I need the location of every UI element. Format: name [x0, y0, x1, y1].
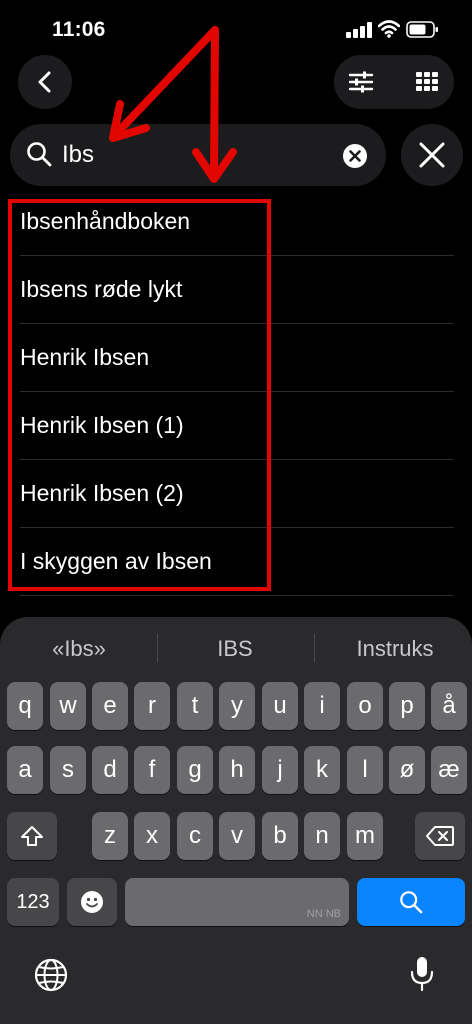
key[interactable]: a — [7, 746, 43, 794]
key[interactable]: i — [304, 682, 340, 730]
key[interactable]: e — [92, 682, 128, 730]
key[interactable]: p — [389, 682, 425, 730]
emoji-icon — [81, 891, 103, 913]
key[interactable]: t — [177, 682, 213, 730]
emoji-key[interactable] — [67, 878, 117, 926]
globe-icon[interactable] — [34, 958, 68, 992]
shift-key[interactable] — [7, 812, 57, 860]
key[interactable]: w — [50, 682, 86, 730]
suggestion-item[interactable]: «Ibs» — [14, 634, 144, 664]
key[interactable]: n — [304, 812, 340, 860]
search-icon — [400, 891, 423, 914]
microphone-icon[interactable] — [410, 956, 434, 992]
key[interactable]: z — [92, 812, 128, 860]
key[interactable]: g — [177, 746, 213, 794]
key[interactable]: s — [50, 746, 86, 794]
backspace-icon — [426, 826, 454, 846]
suggestion-item[interactable]: Instruks — [330, 634, 460, 664]
annotation-arrows — [109, 26, 237, 183]
key[interactable]: m — [347, 812, 383, 860]
key[interactable]: v — [219, 812, 255, 860]
shift-icon — [21, 826, 43, 846]
key[interactable]: ø — [389, 746, 425, 794]
suggestion-divider — [157, 634, 158, 662]
backspace-key[interactable] — [415, 812, 465, 860]
key[interactable]: f — [134, 746, 170, 794]
key[interactable]: æ — [431, 746, 467, 794]
key[interactable]: o — [347, 682, 383, 730]
numbers-key[interactable]: 123 — [7, 878, 59, 926]
key[interactable]: d — [92, 746, 128, 794]
key[interactable]: k — [304, 746, 340, 794]
key[interactable]: h — [219, 746, 255, 794]
key[interactable]: l — [347, 746, 383, 794]
key[interactable]: å — [431, 682, 467, 730]
key[interactable]: q — [7, 682, 43, 730]
key[interactable]: c — [177, 812, 213, 860]
key[interactable]: j — [262, 746, 298, 794]
keyboard-language-hint: NN NB — [306, 908, 341, 920]
key[interactable]: u — [262, 682, 298, 730]
suggestion-divider — [314, 634, 315, 662]
suggestion-item[interactable]: IBS — [170, 634, 300, 664]
key[interactable]: b — [262, 812, 298, 860]
search-key[interactable] — [357, 878, 465, 926]
space-key[interactable]: NN NB — [125, 878, 349, 926]
key[interactable]: x — [134, 812, 170, 860]
key[interactable]: r — [134, 682, 170, 730]
key[interactable]: y — [219, 682, 255, 730]
